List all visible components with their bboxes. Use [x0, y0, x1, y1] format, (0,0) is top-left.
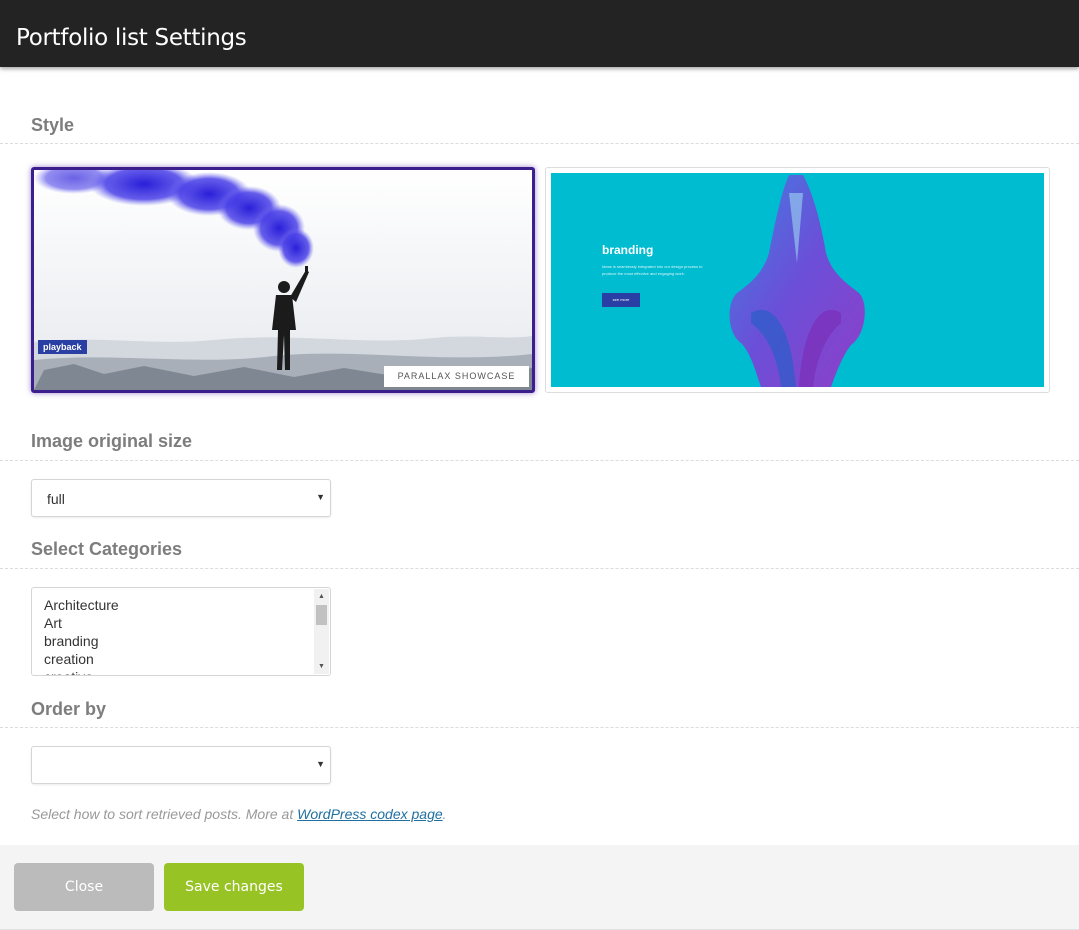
listbox-scrollbar[interactable]: ▲ ▼: [314, 589, 329, 674]
category-option[interactable]: creation: [44, 650, 119, 668]
style-option-parallax-showcase[interactable]: playback PARALLAX SHOWCASE: [31, 167, 535, 393]
branding-see-more-button: see more: [602, 293, 640, 307]
dropdown-arrow-icon: ▼: [316, 492, 325, 502]
branding-figure-graphic: [729, 175, 865, 387]
style-section-label: Style: [31, 115, 75, 135]
order-by-help: Select how to sort retrieved posts. More…: [31, 806, 447, 822]
image-size-select[interactable]: full ▼: [31, 479, 331, 517]
order-by-label: Order by: [31, 699, 107, 719]
branding-description: Ideas is seamlessly integrated into our …: [602, 264, 703, 276]
scrollbar-thumb[interactable]: [316, 605, 327, 625]
image-size-label: Image original size: [31, 431, 193, 451]
help-text-suffix: .: [442, 806, 447, 822]
playback-badge: playback: [38, 340, 87, 354]
parallax-showcase-caption: PARALLAX SHOWCASE: [384, 366, 529, 387]
section-divider: [0, 727, 1079, 728]
categories-listbox[interactable]: Architecture Art branding creation creat…: [31, 587, 331, 676]
branding-preview-image: branding Ideas is seamlessly integrated …: [551, 173, 1044, 387]
section-divider: [0, 143, 1079, 144]
help-text-prefix: Select how to sort retrieved posts. More…: [31, 806, 298, 822]
scroll-down-icon[interactable]: ▼: [314, 659, 329, 674]
modal-footer: Close Save changes: [0, 845, 1079, 930]
section-divider: [0, 460, 1079, 461]
scroll-up-icon[interactable]: ▲: [314, 589, 329, 604]
image-size-value: full: [47, 491, 65, 507]
category-option[interactable]: branding: [44, 632, 119, 650]
category-option[interactable]: Art: [44, 614, 119, 632]
categories-label: Select Categories: [31, 539, 183, 559]
modal-title: Portfolio list Settings: [16, 25, 247, 51]
save-changes-button[interactable]: Save changes: [164, 863, 304, 911]
style-option-branding[interactable]: branding Ideas is seamlessly integrated …: [545, 167, 1050, 393]
branding-heading: branding: [602, 243, 654, 257]
category-option[interactable]: Architecture: [44, 596, 119, 614]
category-option[interactable]: creative: [44, 668, 119, 675]
parallax-preview-image: [34, 170, 532, 390]
section-divider: [0, 568, 1079, 569]
close-button[interactable]: Close: [14, 863, 154, 911]
order-by-select[interactable]: ▼: [31, 746, 331, 784]
wordpress-codex-link[interactable]: WordPress codex page: [297, 806, 443, 822]
dropdown-arrow-icon: ▼: [316, 759, 325, 769]
modal-header: Portfolio list Settings: [0, 0, 1079, 67]
